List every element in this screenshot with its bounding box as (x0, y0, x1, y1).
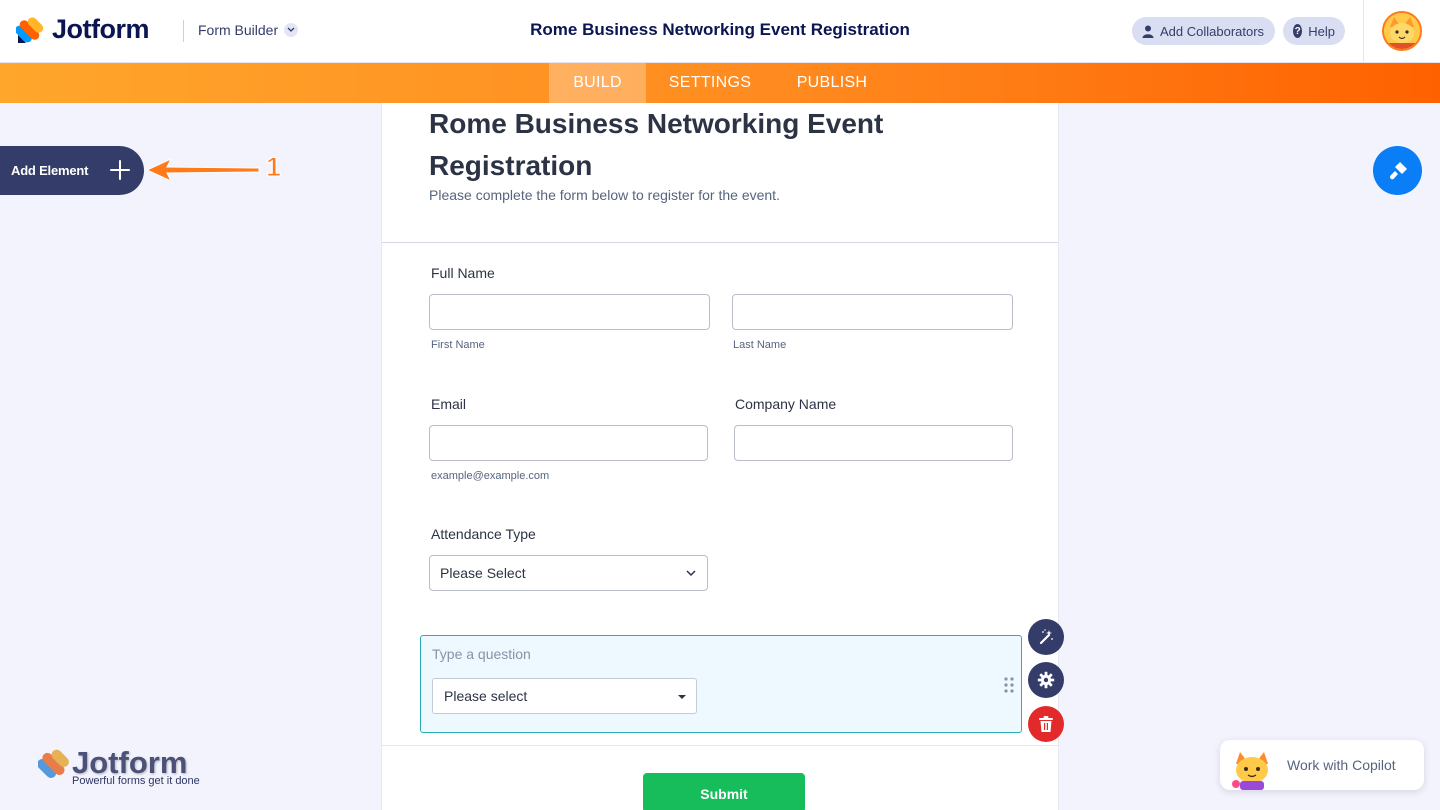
form-heading[interactable]: Rome Business Networking Event Registrat… (429, 103, 989, 187)
builder-tabs: BUILD SETTINGS PUBLISH (0, 63, 1440, 103)
watermark-tagline: Powerful forms get it done (72, 775, 200, 787)
attendance-type-select[interactable]: Please Select (429, 555, 708, 591)
new-dropdown-question[interactable]: Type a question Please select (420, 635, 1022, 733)
user-icon (1142, 25, 1154, 38)
top-header: Jotform Form Builder Rome Business Netwo… (0, 0, 1440, 63)
question-icon: ? (1293, 24, 1303, 38)
plus-icon (110, 160, 130, 180)
email-input[interactable] (429, 425, 708, 461)
new-question-select[interactable]: Please select (432, 678, 697, 714)
field-settings-button[interactable] (1028, 662, 1064, 698)
brand-name: Jotform (52, 14, 150, 44)
form-subheading[interactable]: Please complete the form below to regist… (429, 187, 780, 203)
tab-publish[interactable]: PUBLISH (786, 63, 878, 103)
trash-icon (1039, 716, 1053, 732)
jotform-logo-icon (16, 16, 44, 43)
add-collaborators-label: Add Collaborators (1160, 23, 1265, 39)
first-name-input[interactable] (429, 294, 710, 330)
attendance-type-label[interactable]: Attendance Type (431, 526, 536, 542)
tab-settings[interactable]: SETTINGS (656, 63, 764, 103)
form-builder-dropdown[interactable]: Form Builder (198, 22, 299, 38)
company-name-input[interactable] (734, 425, 1013, 461)
tab-build[interactable]: BUILD (549, 63, 646, 103)
help-label: Help (1308, 23, 1335, 39)
gear-icon (1037, 671, 1055, 689)
header-divider (183, 20, 184, 42)
paint-roller-icon (1389, 161, 1407, 179)
drag-handle-icon[interactable] (1004, 677, 1014, 693)
caret-down-icon (678, 695, 686, 699)
jotform-logo[interactable]: Jotform (16, 14, 150, 45)
magic-wand-button[interactable] (1028, 619, 1064, 655)
chevron-down-icon (284, 23, 299, 37)
header-divider-right (1363, 0, 1364, 63)
email-sublabel: example@example.com (431, 470, 550, 482)
add-collaborators-button[interactable]: Add Collaborators (1132, 17, 1275, 45)
form-builder-label: Form Builder (198, 22, 279, 38)
question-title-input[interactable]: Type a question (432, 646, 531, 662)
first-name-sublabel: First Name (431, 339, 485, 351)
copilot-label: Work with Copilot (1287, 757, 1396, 773)
chevron-down-icon (686, 570, 696, 577)
company-name-label[interactable]: Company Name (735, 396, 836, 412)
heading-divider (382, 242, 1058, 243)
last-name-input[interactable] (732, 294, 1013, 330)
magic-wand-icon (1039, 629, 1053, 645)
full-name-label[interactable]: Full Name (431, 265, 495, 281)
help-button[interactable]: ? Help (1283, 17, 1345, 45)
submit-divider (382, 745, 1058, 746)
avatar-image (1384, 13, 1420, 49)
delete-field-button[interactable] (1028, 706, 1064, 742)
add-element-button[interactable]: Add Element (0, 146, 144, 195)
new-question-select-value: Please select (444, 688, 528, 704)
avatar[interactable] (1382, 11, 1422, 51)
form-canvas: Rome Business Networking Event Registrat… (381, 103, 1059, 810)
submit-button[interactable]: Submit (643, 773, 805, 810)
add-element-label: Add Element (11, 163, 89, 178)
annotation-arrow-icon (145, 157, 260, 183)
form-designer-button[interactable] (1373, 146, 1422, 195)
copilot-button[interactable]: Work with Copilot (1220, 740, 1424, 790)
email-label[interactable]: Email (431, 396, 466, 412)
attendance-type-value: Please Select (440, 565, 526, 581)
annotation-number: 1 (265, 152, 282, 183)
last-name-sublabel: Last Name (733, 339, 787, 351)
copilot-mascot-icon (1232, 752, 1268, 790)
jotform-watermark-icon (38, 749, 69, 779)
